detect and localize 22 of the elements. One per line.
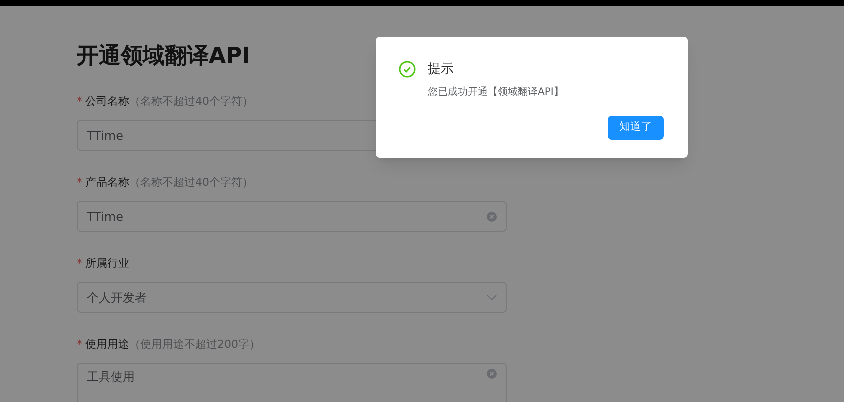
field-hint: （名称不超过40个字符） — [130, 94, 254, 110]
input-field[interactable]: TTime — [77, 201, 507, 232]
required-mark: * — [77, 174, 82, 191]
page-title: 开通领域翻译API — [77, 43, 250, 71]
dialog-title: 提示 — [428, 61, 454, 79]
field-hint: （使用用途不超过200字） — [130, 336, 260, 353]
field-label: 公司名称 — [86, 94, 130, 110]
required-mark: * — [77, 94, 82, 110]
chevron-down-icon — [487, 294, 497, 300]
field-label: 使用用途 — [86, 336, 130, 353]
textarea-field[interactable]: 工具使用 — [77, 363, 507, 402]
field-label: 产品名称 — [86, 174, 130, 191]
confirm-button[interactable]: 知道了 — [608, 116, 664, 140]
check-circle-icon — [399, 61, 416, 78]
field-label: 所属行业 — [86, 256, 130, 272]
dialog-message: 您已成功开通【领域翻译API】 — [427, 86, 565, 100]
clear-icon[interactable] — [487, 212, 497, 222]
clear-icon[interactable] — [487, 369, 497, 379]
required-mark: * — [77, 256, 82, 272]
field-hint: （名称不超过40个字符） — [130, 174, 254, 191]
select-field[interactable]: 个人开发者 — [77, 282, 507, 313]
required-mark: * — [77, 336, 82, 353]
